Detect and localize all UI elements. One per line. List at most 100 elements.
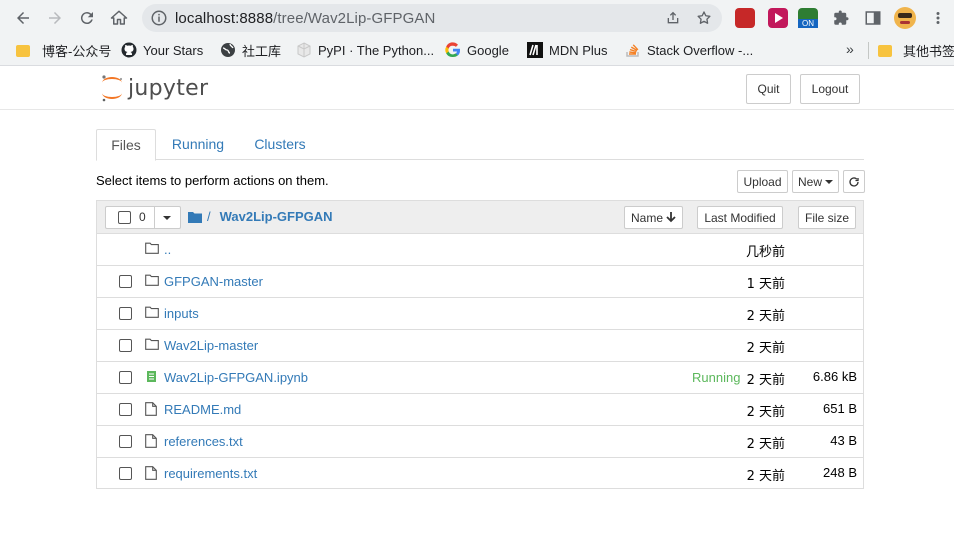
bookmark-item[interactable]: Stack Overflow -... xyxy=(625,41,753,59)
table-row[interactable]: README.md 2 天前 651 B xyxy=(97,394,863,426)
more-bookmarks-chevron[interactable]: » xyxy=(846,41,854,57)
bookmark-item[interactable]: Your Stars xyxy=(121,41,203,59)
tab-running[interactable]: Running xyxy=(164,129,232,159)
item-name-link[interactable]: README.md xyxy=(164,402,241,417)
stackoverflow-icon xyxy=(626,44,639,57)
other-bookmarks[interactable]: 其他书签 xyxy=(878,41,954,59)
item-type-icon xyxy=(145,338,159,353)
home-icon xyxy=(110,10,128,25)
file-list: 0 / Wav2Lip-GFPGAN Name Last Modified Fi… xyxy=(96,200,864,489)
jupyter-logo[interactable]: jupyter xyxy=(100,74,208,102)
row-checkbox[interactable] xyxy=(119,275,132,288)
bookmark-item[interactable]: MDN Plus xyxy=(527,41,608,59)
extensions-puzzle-icon[interactable] xyxy=(832,9,850,27)
jupyter-logo-icon xyxy=(102,75,123,102)
extension-red-icon[interactable] xyxy=(735,8,755,28)
logout-button[interactable]: Logout xyxy=(800,74,860,104)
home-button[interactable] xyxy=(108,7,130,29)
row-checkbox[interactable] xyxy=(119,467,132,480)
new-button-label: New xyxy=(797,174,822,189)
browser-toolbar: localhost:8888/tree/Wav2Lip-GFPGAN ON xyxy=(0,0,954,36)
table-row[interactable]: GFPGAN-master 1 天前 xyxy=(97,266,863,298)
row-checkbox[interactable] xyxy=(119,307,132,320)
reload-button[interactable] xyxy=(76,7,98,29)
tab-bar: Files Running Clusters xyxy=(96,129,864,161)
extension-badge: ON xyxy=(798,19,818,28)
row-checkbox[interactable] xyxy=(119,339,132,352)
row-checkbox[interactable] xyxy=(119,435,132,448)
sort-by-modified-button[interactable]: Last Modified xyxy=(697,206,783,229)
bookmark-item[interactable]: 社工库 xyxy=(220,41,281,59)
caret-down-icon xyxy=(825,179,833,184)
select-all-control[interactable]: 0 xyxy=(105,206,181,229)
file-icon xyxy=(145,434,157,448)
menu-dots-icon[interactable] xyxy=(930,9,946,27)
mdn-icon xyxy=(527,42,543,58)
extension-on-icon[interactable]: ON xyxy=(798,8,818,28)
sort-by-name-button[interactable]: Name xyxy=(624,206,683,229)
bookmark-item[interactable]: 博客-公众号 xyxy=(16,41,111,59)
url-text: localhost:8888/tree/Wav2Lip-GFPGAN xyxy=(175,10,435,27)
table-row[interactable]: references.txt 2 天前 43 B xyxy=(97,426,863,458)
file-size: 43 B xyxy=(830,433,857,448)
google-icon xyxy=(445,42,461,58)
item-name-link[interactable]: inputs xyxy=(164,306,199,321)
bookmark-label: PyPI · The Python... xyxy=(318,42,435,58)
table-row[interactable]: Wav2Lip-GFPGAN.ipynb Running 2 天前 6.86 kB xyxy=(97,362,863,394)
item-name-link[interactable]: Wav2Lip-GFPGAN.ipynb xyxy=(164,370,308,385)
selected-count: 0 xyxy=(139,210,146,224)
item-name-link[interactable]: requirements.txt xyxy=(164,466,257,481)
profile-avatar[interactable] xyxy=(894,7,916,29)
refresh-icon xyxy=(849,176,859,187)
file-list-header: 0 / Wav2Lip-GFPGAN Name Last Modified Fi… xyxy=(97,201,863,234)
item-type-icon xyxy=(145,466,157,483)
play-icon xyxy=(775,13,783,23)
address-bar[interactable]: localhost:8888/tree/Wav2Lip-GFPGAN xyxy=(142,4,722,32)
item-type-icon xyxy=(145,370,158,386)
table-row[interactable]: requirements.txt 2 天前 248 B xyxy=(97,458,863,489)
breadcrumb-current-folder[interactable]: Wav2Lip-GFPGAN xyxy=(220,209,333,224)
select-all-checkbox[interactable] xyxy=(118,211,131,224)
bookmark-item[interactable]: PyPI · The Python... xyxy=(296,41,434,59)
bookmark-star-icon[interactable] xyxy=(696,10,712,26)
bookmark-label: Google xyxy=(467,42,509,58)
new-dropdown-button[interactable]: New xyxy=(792,170,839,193)
breadcrumb-root[interactable]: / xyxy=(207,209,211,224)
bookmarks-divider xyxy=(868,42,869,59)
file-icon xyxy=(145,466,157,480)
refresh-button[interactable] xyxy=(843,170,865,193)
row-checkbox[interactable] xyxy=(119,403,132,416)
sort-by-size-button[interactable]: File size xyxy=(798,206,856,229)
item-name-link[interactable]: .. xyxy=(164,242,171,257)
last-modified: 2 天前 xyxy=(746,469,785,484)
folder-icon xyxy=(878,45,892,57)
table-row[interactable]: inputs 2 天前 xyxy=(97,298,863,330)
extension-media-icon[interactable] xyxy=(768,8,788,28)
bookmarks-bar: 博客-公众号 Your Stars 社工库 PyPI · The Python.… xyxy=(0,36,954,66)
site-info-icon[interactable] xyxy=(150,9,168,27)
back-arrow-icon xyxy=(17,12,29,24)
table-row[interactable]: Wav2Lip-master 2 天前 xyxy=(97,330,863,362)
item-name-link[interactable]: Wav2Lip-master xyxy=(164,338,258,353)
table-row[interactable]: .. 几秒前 xyxy=(97,234,863,266)
upload-button[interactable]: Upload xyxy=(737,170,788,193)
folder-icon[interactable] xyxy=(188,211,202,223)
quit-button[interactable]: Quit xyxy=(746,74,791,104)
last-modified: 2 天前 xyxy=(746,309,785,324)
forward-button[interactable] xyxy=(44,7,66,29)
caret-down-icon[interactable] xyxy=(163,216,171,220)
bookmark-label: MDN Plus xyxy=(549,42,608,58)
folder-icon xyxy=(145,306,159,318)
row-checkbox[interactable] xyxy=(119,371,132,384)
jupyter-logo-text: jupyter xyxy=(128,75,209,101)
tab-files[interactable]: Files xyxy=(96,129,156,161)
item-name-link[interactable]: GFPGAN-master xyxy=(164,274,263,289)
item-type-icon xyxy=(145,242,159,257)
selection-hint: Select items to perform actions on them. xyxy=(96,173,329,188)
item-name-link[interactable]: references.txt xyxy=(164,434,243,449)
tab-clusters[interactable]: Clusters xyxy=(246,129,314,159)
share-icon[interactable] xyxy=(665,10,681,26)
bookmark-item[interactable]: Google xyxy=(445,41,509,59)
side-panel-icon[interactable] xyxy=(864,9,882,27)
back-button[interactable] xyxy=(12,7,34,29)
